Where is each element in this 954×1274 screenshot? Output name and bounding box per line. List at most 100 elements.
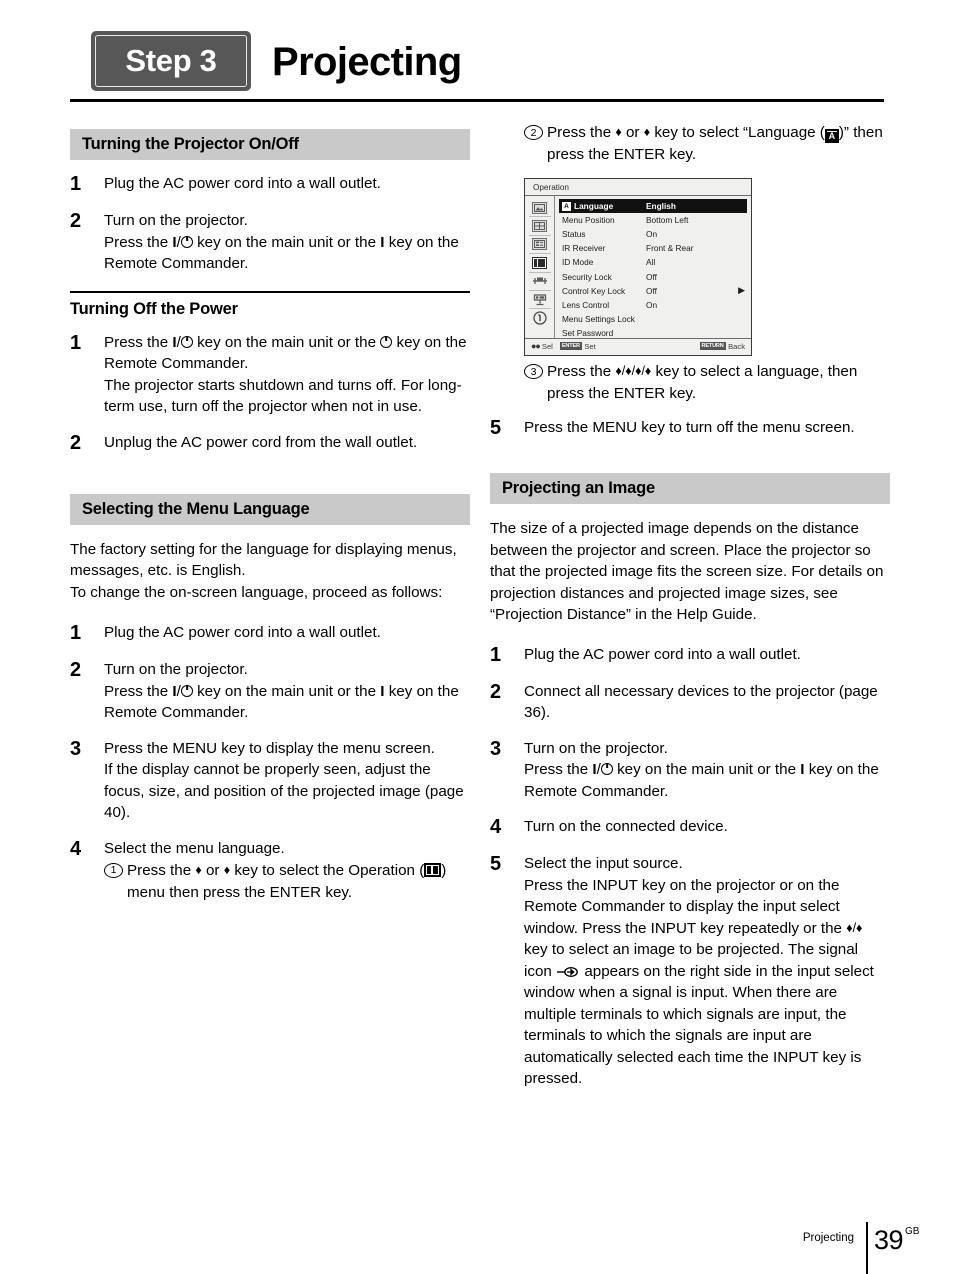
step-number: 2 [70,210,82,232]
section-heading-turning-on-off: Turning the Projector On/Off [70,129,470,160]
osd-row-menu-settings-lock[interactable]: Menu Settings Lock [559,312,751,326]
substep-text: Press the ♦ or ♦ key to select the Opera… [127,860,470,903]
step-number: 1 [70,331,82,354]
footer-page-number: 39 [874,1225,904,1255]
return-key-pill: RETURN [699,342,726,350]
step-line: The projector starts shutdown and turns … [104,376,462,416]
section-heading-label: Turning the Projector On/Off [82,135,299,153]
osd-body: A Language English Menu Position Bottom L… [525,196,751,338]
osd-row-set-password[interactable]: Set Password [559,326,751,340]
osd-row-name: A Language [562,201,646,211]
power-icon [180,684,193,697]
step-number: 3 [70,737,82,760]
footer-page-suffix: GB [905,1226,920,1237]
updown-keys-icon: ●● [531,341,541,351]
step-number: 1 [70,173,82,195]
osd-row-menu-position[interactable]: Menu Position Bottom Left [559,213,751,227]
osd-row-name: IR Receiver [562,243,646,253]
osd-row-lens-control[interactable]: Lens Control On [559,298,751,312]
operation-icon [532,256,547,269]
osd-rail-operation-icon [525,254,555,271]
osd-row-id-mode[interactable]: ID Mode All [559,255,751,269]
osd-footer-hints: ●● Sel ENTER Set RETURN Back [525,338,751,353]
left-column: Turning the Projector On/Off 1 Plug the … [70,0,470,903]
step-line: Connect all necessary devices to the pro… [524,682,878,722]
step-number: 5 [490,853,502,875]
step-text-part: Press the INPUT key on the projector or … [524,876,847,937]
step-item: 1 Plug the AC power cord into a wall out… [70,173,470,196]
section-heading-label: Selecting the Menu Language [82,499,310,518]
osd-row-value: Off [646,271,657,282]
osd-row-status[interactable]: Status On [559,227,751,241]
step-number: 2 [70,659,82,681]
step-item: 5 Select the input source. Press the INP… [490,853,890,1090]
step-text: Select the input source. Press the INPUT… [524,853,890,1090]
screen-icon [532,220,547,233]
step-text: Connect all necessary devices to the pro… [524,681,890,724]
step-text: Plug the AC power cord into a wall outle… [524,644,890,667]
osd-row-label: Security Lock [562,271,612,282]
step-number: 3 [490,737,502,760]
picture-icon [532,201,547,214]
osd-row-value: Off [646,285,657,296]
step-text-part: appears on the right side in the input s… [524,962,874,1088]
step-text: Plug the AC power cord into a wall outle… [104,622,470,645]
step-number: 2 [70,431,82,454]
osd-row-label: Set Password [562,327,614,338]
osd-row-label: ID Mode [562,257,594,268]
osd-row-name: Menu Settings Lock [562,314,646,324]
substep-marker: 3 [524,364,543,379]
substep-text-part: key to select the Operation ( [230,862,425,879]
osd-rail-installation-icon [525,291,555,308]
step-line: Turn on the connected device. [524,818,728,835]
osd-row-name: Status [562,229,646,239]
section-heading-selecting-menu-language: Selecting the Menu Language [70,493,470,525]
osd-row-name: Control Key Lock [562,286,646,296]
chevron-right-icon[interactable]: ▶ [738,285,745,296]
connection-power-icon [532,277,547,285]
power-icon [600,763,613,775]
step-line: Select the input source. [524,855,683,872]
step-text: Press the MENU key to turn off the menu … [524,417,890,440]
step-text: Press the MENU key to display the menu s… [104,738,470,824]
osd-row-language[interactable]: A Language English [559,199,747,214]
step-line: Press the MENU key to display the menu s… [104,739,435,757]
osd-row-value: All [646,257,656,268]
osd-row-value: Front & Rear [646,243,694,254]
osd-row-ir-receiver[interactable]: IR Receiver Front & Rear [559,241,751,255]
substep-text-part: Press the [547,363,616,380]
power-icon [180,235,193,248]
step-text: Plug the AC power cord into a wall outle… [104,173,470,196]
step-line: Unplug the AC power cord from the wall o… [104,433,418,451]
section-heading-projecting-an-image: Projecting an Image [490,473,890,504]
step-item: 4 Select the menu language. 1 Press the … [70,838,470,904]
step-item: 4 Turn on the connected device. [490,816,890,839]
installation-icon [533,293,546,305]
substep-text-part: key to select “Language ( [650,124,825,141]
osd-row-label: Language [574,201,614,212]
step-item: 1 Press the I/ key on the main unit or t… [70,332,470,418]
osd-row-security-lock[interactable]: Security Lock Off [559,269,751,283]
step-number: 1 [490,643,502,666]
step-item: 1 Plug the AC power cord into a wall out… [70,622,470,645]
section-heading-label: Projecting an Image [502,479,655,497]
osd-row-control-key-lock[interactable]: Control Key Lock Off ▶ [559,284,751,298]
step-text: Turn on the connected device. [524,816,890,839]
power-icon [180,335,193,348]
step-number: 2 [490,680,502,703]
step-item: 2 Unplug the AC power cord from the wall… [70,432,470,455]
step-text: Turn on the projector. Press the I/ key … [104,659,470,724]
step-item: 2 Turn on the projector. Press the I/ ke… [70,659,470,724]
substep-text: Press the ♦ or ♦ key to select “Language… [547,122,890,165]
osd-row-label: Control Key Lock [562,285,626,296]
substep-item: 2 Press the ♦ or ♦ key to select “Langua… [524,122,890,165]
operation-menu-icon [424,863,442,877]
osd-settings-list: A Language English Menu Position Bottom L… [555,196,751,338]
arrow-keys-icon: ♦/♦ [846,920,863,935]
substep-text-part: or [201,862,224,879]
step-line: Plug the AC power cord into a wall outle… [524,645,801,663]
step-item: 1 Plug the AC power cord into a wall out… [490,644,890,667]
osd-row-label: IR Receiver [562,243,606,254]
step-line: Press the I/ key on the main unit or the… [104,333,467,373]
osd-row-value: English [646,201,676,212]
